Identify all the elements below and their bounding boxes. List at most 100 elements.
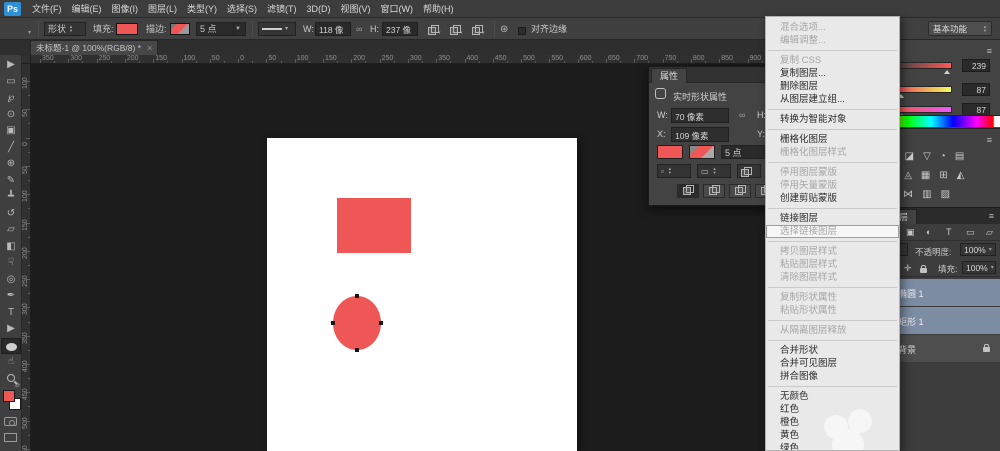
- shape-height-field[interactable]: 237 像: [382, 22, 418, 36]
- fill-color-swatch[interactable]: [116, 23, 138, 35]
- path-selection-tool-icon[interactable]: ▶: [1, 321, 21, 337]
- stroke-style-select[interactable]: ▾: [258, 22, 296, 36]
- menu-item-5[interactable]: 选择(S): [222, 0, 262, 18]
- document-tab[interactable]: 未标题-1 @ 100%(RGB/8) * ×: [30, 40, 158, 55]
- prop-stroke-swatch[interactable]: [689, 145, 715, 159]
- screen-mode-icon[interactable]: [4, 433, 17, 442]
- menu-item-8[interactable]: 视图(V): [336, 0, 376, 18]
- menu-item-7[interactable]: 3D(D): [302, 0, 336, 18]
- adjustment-icon[interactable]: ▽: [923, 151, 931, 167]
- workspace-switcher-button[interactable]: 基本功能▲▼: [928, 21, 992, 36]
- adjustment-icon[interactable]: ▤: [955, 151, 964, 167]
- adjustment-icon[interactable]: ◭: [957, 170, 965, 186]
- context-menu-item[interactable]: 创建剪贴蒙版: [766, 192, 899, 205]
- artboard[interactable]: [267, 138, 577, 451]
- fill-opacity-select[interactable]: 100%▾: [962, 261, 996, 274]
- context-menu-item[interactable]: 链接图层: [766, 212, 899, 225]
- quick-mask-icon[interactable]: [4, 417, 17, 426]
- pathop-intersect-button[interactable]: [729, 184, 751, 198]
- hand-tool-icon[interactable]: ☝: [1, 354, 21, 370]
- path-alignment-button[interactable]: ▾: [450, 24, 463, 38]
- red-slider-handle[interactable]: [944, 70, 950, 74]
- context-menu-item[interactable]: 绿色: [766, 442, 899, 451]
- context-menu-item[interactable]: 从图层建立组...: [766, 93, 899, 106]
- prop-fill-swatch[interactable]: [657, 145, 683, 159]
- context-menu-item[interactable]: 复制图层...: [766, 67, 899, 80]
- adjustment-icon[interactable]: ▨: [941, 189, 950, 205]
- eraser-tool-icon[interactable]: ▱: [1, 222, 21, 238]
- menu-item-10[interactable]: 帮助(H): [418, 0, 459, 18]
- green-value-field[interactable]: 87: [962, 83, 990, 96]
- context-menu-item[interactable]: 删除图层: [766, 80, 899, 93]
- healing-brush-tool-icon[interactable]: ⊕: [1, 156, 21, 172]
- gradient-tool-icon[interactable]: ◧: [1, 239, 21, 255]
- ruler-corner[interactable]: [22, 55, 31, 64]
- ellipse-shape[interactable]: [333, 296, 381, 350]
- dodge-tool-icon[interactable]: ◎: [1, 272, 21, 288]
- lasso-tool-icon[interactable]: ℘: [1, 90, 21, 106]
- pen-tool-icon[interactable]: ✒: [1, 288, 21, 304]
- context-menu-item[interactable]: 红色: [766, 403, 899, 416]
- ellipse-tool-icon[interactable]: [1, 338, 21, 354]
- swap-colors-icon[interactable]: ⇄: [15, 382, 20, 389]
- adjustment-icon[interactable]: ⊞: [939, 170, 947, 186]
- move-tool-icon[interactable]: ▶: [1, 57, 21, 73]
- marquee-tool-icon[interactable]: ▭: [1, 74, 21, 90]
- context-menu-item[interactable]: 无颜色: [766, 390, 899, 403]
- context-menu-item[interactable]: 栅格化图层: [766, 133, 899, 146]
- adjustment-icon[interactable]: ▦: [921, 170, 930, 186]
- horizontal-ruler[interactable]: 3503002502001501005005010015020025030035…: [31, 55, 860, 64]
- geometry-options-icon[interactable]: ⊛: [500, 23, 508, 37]
- prop-link-icon[interactable]: ∞: [739, 110, 745, 120]
- stroke-width-field[interactable]: 5 点▼: [196, 22, 246, 36]
- close-tab-icon[interactable]: ×: [147, 43, 152, 53]
- align-edges-checkbox[interactable]: [518, 25, 526, 39]
- brush-tool-icon[interactable]: ✎: [1, 173, 21, 189]
- menu-item-3[interactable]: 图层(L): [143, 0, 182, 18]
- layers-panel-menu-icon[interactable]: ≡: [989, 211, 994, 221]
- context-menu-item[interactable]: 黄色: [766, 429, 899, 442]
- color-panel-menu-icon[interactable]: ≡: [987, 46, 992, 56]
- stroke-color-swatch[interactable]: [170, 23, 190, 35]
- type-tool-icon[interactable]: T: [1, 305, 21, 321]
- link-dimensions-icon[interactable]: ∞: [356, 22, 362, 36]
- menu-item-2[interactable]: 图像(I): [107, 0, 144, 18]
- crop-tool-icon[interactable]: ▣: [1, 123, 21, 139]
- pathop-combine-button[interactable]: [677, 184, 699, 198]
- stroke-width-caret-icon[interactable]: ▼: [233, 23, 242, 35]
- quick-selection-tool-icon[interactable]: ⊙: [1, 107, 21, 123]
- shape-width-field[interactable]: 118 像: [315, 22, 351, 36]
- menu-item-4[interactable]: 类型(Y): [182, 0, 222, 18]
- adjustment-icon[interactable]: ◪: [905, 151, 914, 167]
- menu-item-1[interactable]: 编辑(E): [67, 0, 107, 18]
- adjustments-panel-menu-icon[interactable]: ≡: [987, 135, 992, 145]
- clone-stamp-tool-icon[interactable]: ┻: [1, 189, 21, 205]
- path-anchor-point[interactable]: [355, 294, 359, 298]
- context-menu-item[interactable]: 合并形状: [766, 344, 899, 357]
- vertical-ruler[interactable]: 10050050100150200250300350400450500550: [22, 64, 31, 451]
- tool-preset-caret-icon[interactable]: ▾: [28, 26, 31, 40]
- context-menu-item[interactable]: 橙色: [766, 416, 899, 429]
- tool-mode-select[interactable]: 形状▲▼: [44, 22, 86, 36]
- menu-item-0[interactable]: 文件(F): [27, 0, 67, 18]
- red-value-field[interactable]: 239: [962, 59, 990, 72]
- foreground-color-swatch[interactable]: [3, 390, 15, 402]
- opacity-select[interactable]: 100%▾: [960, 243, 996, 256]
- path-anchor-point[interactable]: [355, 348, 359, 352]
- adjustment-icon[interactable]: ◔: [940, 151, 946, 167]
- layer-filter-icon-3[interactable]: ▭: [966, 227, 975, 238]
- menu-item-6[interactable]: 滤镜(T): [262, 0, 302, 18]
- path-arrangement-button[interactable]: ▾: [472, 24, 485, 38]
- layer-filter-icon-0[interactable]: ▣: [906, 227, 915, 238]
- path-anchor-point[interactable]: [331, 321, 335, 325]
- layer-filter-icon-4[interactable]: ▱: [986, 227, 993, 238]
- smudge-tool-icon[interactable]: ☟: [1, 255, 21, 271]
- eyedropper-tool-icon[interactable]: ╱: [1, 140, 21, 156]
- properties-tab[interactable]: 属性: [651, 68, 687, 83]
- prop-stroke-corner-select[interactable]: [737, 164, 761, 178]
- prop-stroke-cap-select[interactable]: ▭▲▼: [697, 164, 731, 178]
- layer-filter-icon-1[interactable]: ◐: [926, 227, 931, 237]
- context-menu-item[interactable]: 合并可见图层: [766, 357, 899, 370]
- adjustment-icon[interactable]: ▥: [922, 189, 931, 205]
- adjustment-icon[interactable]: ⋈: [903, 189, 913, 205]
